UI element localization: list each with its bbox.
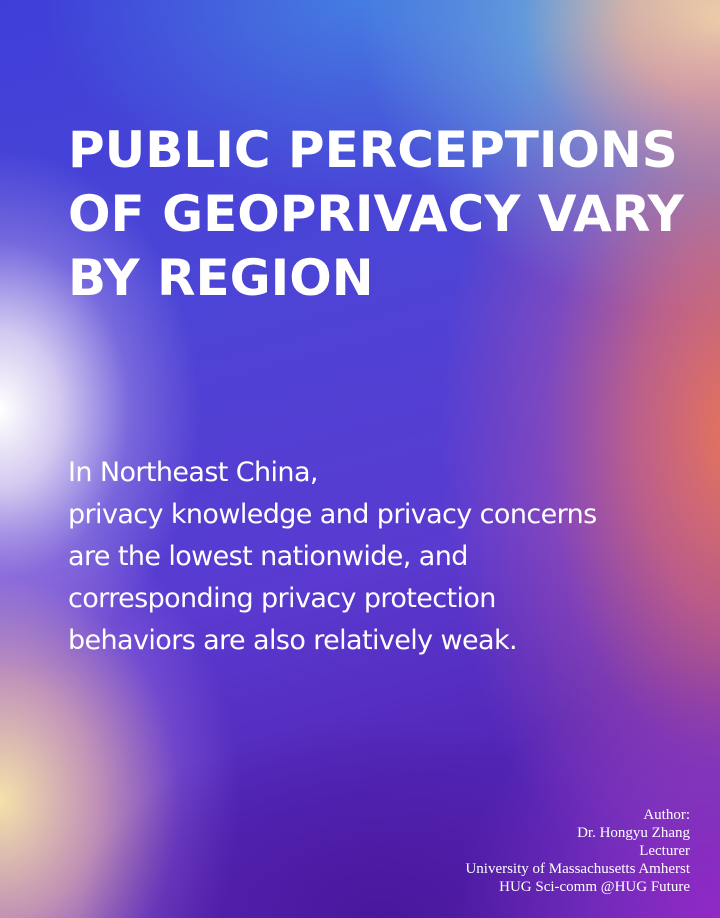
poster-title: PUBLIC PERCEPTIONS OF GEOPRIVACY VARY BY… <box>68 121 684 307</box>
poster: PUBLIC PERCEPTIONS OF GEOPRIVACY VARY BY… <box>0 0 720 918</box>
author-credits: Author: Dr. Hongyu Zhang Lecturer Univer… <box>465 806 690 896</box>
author-institution: University of Massachusetts Amherst <box>465 861 690 877</box>
body-line: are the lowest nationwide, and <box>68 541 468 572</box>
author-name: Dr. Hongyu Zhang <box>577 825 690 841</box>
poster-body: In Northeast China, privacy knowledge an… <box>68 452 688 662</box>
body-line: corresponding privacy protection <box>68 583 496 614</box>
body-line: behaviors are also relatively weak. <box>68 625 518 656</box>
author-position: Lecturer <box>639 843 690 859</box>
author-handle: HUG Sci-comm @HUG Future <box>499 879 690 895</box>
body-line: In Northeast China, <box>68 457 318 488</box>
author-label: Author: <box>643 807 690 823</box>
body-line: privacy knowledge and privacy concerns <box>68 499 597 530</box>
